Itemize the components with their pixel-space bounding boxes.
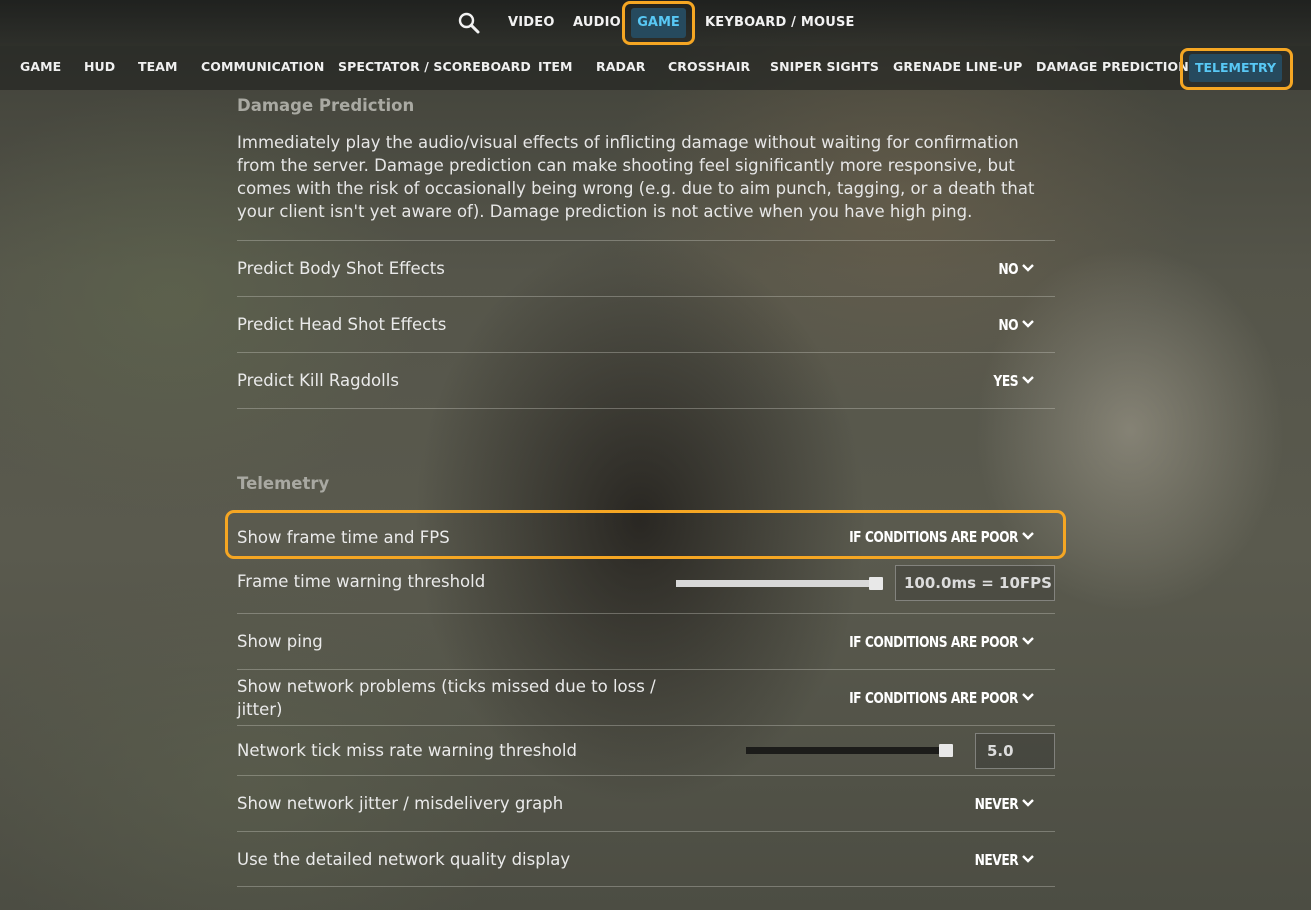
setting-row-quality-display[interactable]: Use the detailed network quality display… <box>237 831 1055 887</box>
subtab-radar[interactable]: RADAR <box>596 46 645 88</box>
tab-game[interactable]: GAME <box>631 8 686 38</box>
search-icon[interactable] <box>457 11 481 35</box>
setting-label: Network tick miss rate warning threshold <box>237 741 577 760</box>
subtab-spectator-scoreboard[interactable]: SPECTATOR / SCOREBOARD <box>338 46 531 88</box>
setting-label: Use the detailed network quality display <box>237 850 571 869</box>
setting-row-show-ping[interactable]: Show ping IF CONDITIONS ARE POOR <box>237 613 1055 669</box>
setting-label: Show network jitter / misdelivery graph <box>237 794 564 813</box>
subtab-team[interactable]: TEAM <box>138 46 178 88</box>
setting-label: Show ping <box>237 632 323 651</box>
tab-keyboard-mouse[interactable]: KEYBOARD / MOUSE <box>705 0 855 46</box>
setting-row-kill-ragdolls[interactable]: Predict Kill Ragdolls YES <box>237 352 1055 408</box>
setting-row-body-shot[interactable]: Predict Body Shot Effects NO <box>237 240 1055 296</box>
setting-row-head-shot[interactable]: Predict Head Shot Effects NO <box>237 296 1055 352</box>
dropdown-value[interactable]: NEVER <box>974 832 1018 887</box>
chevron-down-icon[interactable] <box>1021 319 1035 329</box>
subtab-telemetry[interactable]: TELEMETRY <box>1189 54 1282 82</box>
tab-audio[interactable]: AUDIO <box>573 0 621 46</box>
setting-row-jitter-graph[interactable]: Show network jitter / misdelivery graph … <box>237 775 1055 831</box>
subtab-sniper-sights[interactable]: SNIPER SIGHTS <box>770 46 879 88</box>
dropdown-value[interactable]: NO <box>998 241 1018 296</box>
setting-label: Show network problems (ticks missed due … <box>237 676 656 719</box>
setting-row-frame-time-threshold[interactable]: Frame time warning threshold 100.0ms = 1… <box>237 562 1055 613</box>
frame-time-row-highlight <box>225 510 1066 559</box>
setting-label: Frame time warning threshold <box>237 572 486 591</box>
subtab-crosshair[interactable]: CROSSHAIR <box>668 46 750 88</box>
chevron-down-icon[interactable] <box>1021 692 1035 702</box>
setting-row-tick-miss-threshold[interactable]: Network tick miss rate warning threshold… <box>237 725 1055 775</box>
setting-row-network-problems[interactable]: Show network problems (ticks missed due … <box>237 669 1055 725</box>
subtab-item[interactable]: ITEM <box>538 46 573 88</box>
subtab-damage-prediction[interactable]: DAMAGE PREDICTION <box>1036 46 1189 88</box>
frame-time-slider-track[interactable] <box>676 580 876 587</box>
damage-prediction-description: Immediately play the audio/visual effect… <box>237 133 1035 221</box>
frame-time-slider-handle[interactable] <box>869 577 883 590</box>
chevron-down-icon[interactable] <box>1021 636 1035 646</box>
chevron-down-icon[interactable] <box>1021 798 1035 808</box>
tab-video[interactable]: VIDEO <box>508 0 555 46</box>
tick-miss-slider-track[interactable] <box>746 747 951 754</box>
section-title-telemetry: Telemetry <box>237 474 330 493</box>
section-title-damage-prediction: Damage Prediction <box>237 96 415 115</box>
chevron-down-icon[interactable] <box>1021 263 1035 273</box>
subtab-game[interactable]: GAME <box>20 46 61 88</box>
chevron-down-icon[interactable] <box>1021 854 1035 864</box>
chevron-down-icon[interactable] <box>1021 375 1035 385</box>
frame-time-value-box[interactable]: 100.0ms = 10FPS <box>895 565 1055 601</box>
setting-label: Predict Head Shot Effects <box>237 315 447 334</box>
tick-miss-slider-handle[interactable] <box>939 744 953 757</box>
setting-label: Predict Body Shot Effects <box>237 259 445 278</box>
subtab-hud[interactable]: HUD <box>84 46 115 88</box>
dropdown-value[interactable]: YES <box>993 353 1018 408</box>
divider <box>237 408 1055 409</box>
subtab-communication[interactable]: COMMUNICATION <box>201 46 324 88</box>
subtab-grenade-line-up[interactable]: GRENADE LINE-UP <box>893 46 1022 88</box>
dropdown-value[interactable]: IF CONDITIONS ARE POOR <box>849 670 1018 725</box>
dropdown-value[interactable]: IF CONDITIONS ARE POOR <box>849 614 1018 669</box>
tick-miss-value-box[interactable]: 5.0 <box>975 733 1055 769</box>
divider <box>237 886 1055 887</box>
dropdown-value[interactable]: NEVER <box>974 776 1018 831</box>
setting-label: Predict Kill Ragdolls <box>237 371 399 390</box>
dropdown-value[interactable]: NO <box>998 297 1018 352</box>
